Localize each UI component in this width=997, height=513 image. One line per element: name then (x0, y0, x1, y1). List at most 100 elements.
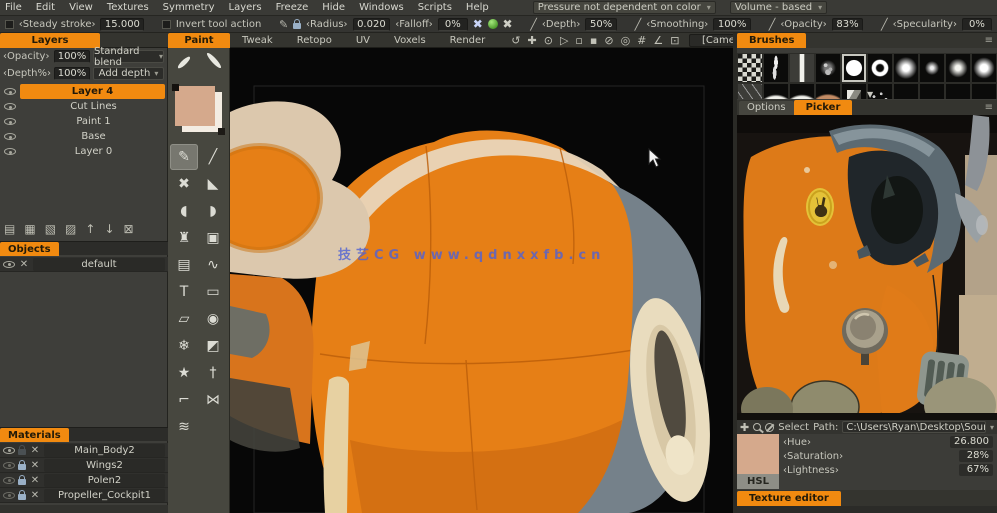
menu-symmetry[interactable]: Symmetry (163, 2, 215, 13)
layer-opacity-field[interactable]: 100% (54, 50, 90, 63)
brush-pressure-icon[interactable]: ✎ (279, 18, 288, 31)
brush-soft-large[interactable] (971, 53, 997, 83)
materials-panel-tab[interactable]: Materials (0, 428, 69, 442)
opacity-field[interactable]: 83% (831, 17, 864, 31)
tab-voxels[interactable]: Voxels (382, 35, 438, 46)
falloff-field[interactable]: 0% (437, 17, 468, 31)
clear-layer-icon[interactable]: ⊠ (124, 222, 134, 236)
brush-dome[interactable] (789, 83, 815, 99)
tab-render[interactable]: Render (438, 35, 498, 46)
material-row[interactable]: ✕ Propeller_Cockpit1 (0, 488, 168, 503)
fill-tool[interactable]: ◩ (199, 333, 227, 359)
bend-tool[interactable]: ⌐ (170, 387, 198, 413)
volume-mode-dropdown[interactable]: Volume - based ▾ (729, 1, 828, 14)
copy-tool[interactable]: ▤ (170, 252, 198, 278)
tab-options[interactable]: Options (739, 100, 794, 115)
sphere-preview-icon[interactable] (487, 19, 498, 29)
spring-tool[interactable]: ≋ (170, 414, 198, 440)
layers-panel-tab[interactable]: Layers (0, 32, 100, 48)
add-layer-icon[interactable]: ▤ (4, 222, 15, 236)
clear-grey-icon[interactable]: ✖ (503, 17, 513, 31)
hsl-mode-button[interactable]: HSL (737, 474, 779, 489)
visibility-eye-icon[interactable] (4, 133, 16, 140)
lock-icon[interactable] (18, 460, 26, 470)
brush-ring[interactable] (867, 53, 893, 83)
reference-image[interactable] (737, 115, 997, 434)
visibility-eye-icon[interactable] (4, 88, 16, 95)
brush-dome[interactable] (763, 83, 789, 99)
material-row[interactable]: ✕ Polen2 (0, 473, 168, 488)
brush-bar[interactable] (789, 53, 815, 83)
rotate-view-icon[interactable]: ↺ (511, 34, 520, 47)
menu-windows[interactable]: Windows (359, 2, 404, 13)
panel-menu-icon[interactable]: ≡ (985, 102, 997, 113)
brush-squiggle[interactable] (763, 53, 789, 83)
delete-material-icon[interactable]: ✕ (29, 445, 41, 456)
menu-file[interactable]: File (5, 2, 22, 13)
material-row[interactable]: ✕ Wings2 (0, 458, 168, 473)
pan-view-icon[interactable]: ✚ (528, 34, 537, 47)
pressure-mode-dropdown[interactable]: Pressure not dependent on color ▾ (532, 1, 716, 14)
smoothing-pen-icon[interactable]: ╱ (635, 18, 642, 31)
hue-value[interactable]: 26.800 (950, 436, 993, 448)
picked-color-swatch[interactable] (737, 434, 779, 474)
objects-panel-tab[interactable]: Objects (0, 242, 59, 256)
menu-edit[interactable]: Edit (36, 2, 55, 13)
specularity-pen-icon[interactable]: ╱ (881, 18, 888, 31)
snap-b-icon[interactable]: ▪ (590, 34, 597, 47)
brush-noise[interactable] (815, 53, 841, 83)
visibility-eye-icon[interactable] (3, 491, 15, 499)
brush-soft-dot-small[interactable] (919, 53, 945, 83)
depth-mode-dropdown[interactable]: Add depth ▾ (93, 67, 164, 80)
menu-hide[interactable]: Hide (322, 2, 345, 13)
crop-tool[interactable]: ▭ (199, 279, 227, 305)
copy-layer-icon[interactable]: ▧ (45, 222, 56, 236)
expand-triangle-icon[interactable]: ▼ (867, 90, 873, 99)
steady-stroke-checkbox[interactable] (5, 19, 14, 29)
visibility-eye-icon[interactable] (4, 148, 16, 155)
smudge-tool[interactable]: ◖ (170, 198, 198, 224)
brush-empty[interactable] (945, 83, 971, 99)
visibility-eye-icon[interactable] (3, 476, 15, 484)
symmetry-tool[interactable]: ⋈ (199, 387, 227, 413)
move-layer-up-icon[interactable]: ↑ (85, 222, 95, 236)
knife-tool[interactable]: † (199, 360, 227, 386)
play-icon[interactable]: ▷ (560, 34, 568, 47)
lightness-value[interactable]: 67% (959, 464, 993, 476)
layer-row[interactable]: Paint 1 (0, 114, 167, 129)
3d-viewport[interactable]: 技艺CG www.qdnxxfb.cn (230, 48, 733, 513)
menu-freeze[interactable]: Freeze (276, 2, 309, 13)
opacity-pen-icon[interactable]: ╱ (769, 18, 776, 31)
chevron-down-icon[interactable]: ▾ (990, 423, 994, 432)
transform-image-tool[interactable]: ▣ (199, 225, 227, 251)
stamp-tool[interactable]: ♜ (170, 225, 198, 251)
brush-empty[interactable] (919, 83, 945, 99)
no-symbol-icon[interactable] (765, 422, 775, 432)
menu-help[interactable]: Help (466, 2, 489, 13)
menu-textures[interactable]: Textures (107, 2, 149, 13)
delete-material-icon[interactable]: ✕ (29, 490, 41, 501)
tab-uv[interactable]: UV (344, 35, 382, 46)
brush-checker[interactable] (737, 53, 763, 83)
brush-soft-round[interactable] (893, 53, 919, 83)
dodge-tool[interactable]: ◉ (199, 306, 227, 332)
lock-icon[interactable] (18, 445, 26, 455)
delete-material-icon[interactable]: ✕ (29, 475, 41, 486)
magnifier-icon[interactable] (753, 423, 762, 431)
frame-icon[interactable]: ⊡ (670, 34, 679, 47)
layer-row[interactable]: Cut Lines (0, 99, 167, 114)
pencil-tool[interactable]: ╱ (199, 144, 227, 170)
menu-layers[interactable]: Layers (229, 2, 262, 13)
brush-empty[interactable] (971, 83, 997, 99)
visibility-eye-icon[interactable] (4, 118, 16, 125)
visibility-eye-icon[interactable] (3, 446, 15, 454)
duplicate-layer-icon[interactable]: ▨ (65, 222, 76, 236)
tab-picker[interactable]: Picker (793, 100, 853, 115)
menu-view[interactable]: View (69, 2, 93, 13)
path-field[interactable]: C:\Users\Ryan\Desktop\Sour (842, 421, 986, 433)
visibility-eye-icon[interactable] (3, 260, 15, 268)
grid-icon[interactable]: # (637, 34, 646, 47)
wand-tool[interactable]: ★ (170, 360, 198, 386)
invert-tool-checkbox[interactable] (162, 19, 171, 29)
tab-retopo[interactable]: Retopo (285, 35, 344, 46)
